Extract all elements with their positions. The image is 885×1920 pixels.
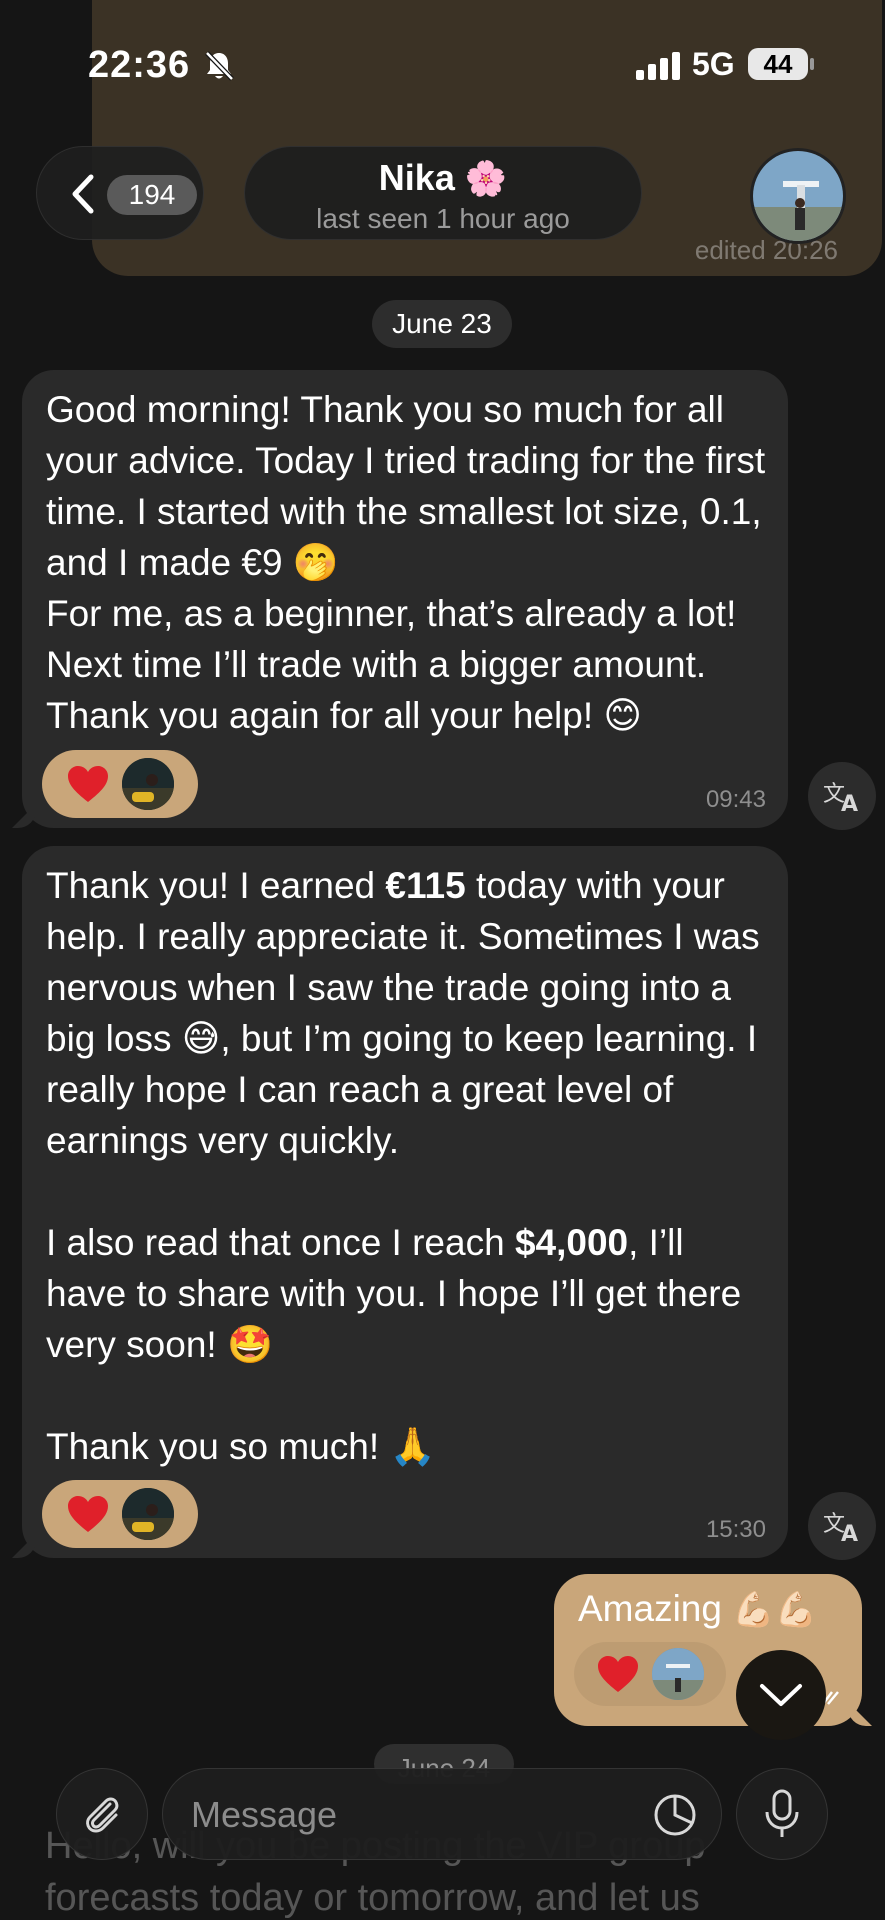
incoming-message[interactable]: Thank you! I earned €115 today with your… (22, 846, 788, 1558)
translate-icon: 文 A (823, 1512, 858, 1543)
contact-name: Nika (378, 157, 455, 198)
reaction-chip[interactable] (574, 1642, 726, 1706)
reactor-avatar (122, 758, 174, 810)
chevron-down-icon (760, 1684, 802, 1706)
incoming-message[interactable]: Good morning! Thank you so much for all … (22, 370, 788, 828)
paperclip-icon (86, 1797, 119, 1833)
microphone-icon (765, 1789, 799, 1837)
emoji: 💪🏻💪🏻 (732, 1591, 817, 1629)
sticker-icon[interactable] (651, 1791, 699, 1839)
scroll-to-bottom-button[interactable] (736, 1650, 826, 1740)
emoji: 🙏 (389, 1426, 436, 1467)
chat-screen: edited 20:26 22:36 5G 44 194 Nika 🌸 last… (0, 0, 885, 1920)
emoji: 😅 (181, 1018, 221, 1059)
contact-name-row: Nika 🌸 (245, 157, 641, 199)
emoji: 😊 (603, 695, 642, 736)
message-time: 09:43 (705, 786, 766, 813)
chevron-left-icon (72, 174, 94, 214)
heart-icon (68, 766, 108, 802)
heart-icon (598, 1656, 638, 1692)
translate-button[interactable]: 文 A (808, 762, 876, 830)
battery-icon: 44 (748, 48, 808, 80)
contact-name-emoji: 🌸 (464, 160, 508, 198)
message-text: Thank you! I earned €115 today with your… (46, 865, 770, 1467)
message-text: Amazing 💪🏻💪🏻 (578, 1588, 817, 1629)
voice-record-button[interactable] (736, 1768, 828, 1860)
last-seen-status: last seen 1 hour ago (316, 203, 570, 234)
reactor-avatar (122, 1488, 174, 1540)
translate-button[interactable]: 文 A (808, 1492, 876, 1560)
bell-off-icon (205, 51, 234, 81)
signal-icon (636, 52, 680, 80)
translate-icon: 文 A (823, 782, 858, 813)
svg-text:A: A (841, 792, 858, 813)
date-separator: June 23 (372, 300, 512, 348)
heart-icon (68, 1496, 108, 1532)
network-type: 5G (692, 46, 735, 82)
back-button[interactable]: 194 (36, 146, 204, 240)
emoji: 🤭 (292, 542, 339, 583)
unread-count-badge: 194 (107, 175, 197, 215)
battery-nub (810, 58, 814, 70)
chat-title[interactable]: Nika 🌸 last seen 1 hour ago (244, 146, 642, 240)
reactor-avatar (652, 1648, 704, 1700)
message-time: 15:30 (705, 1516, 766, 1543)
reaction-chip[interactable] (42, 1480, 198, 1548)
message-text: Good morning! Thank you so much for all … (46, 389, 776, 736)
svg-text:A: A (841, 1522, 858, 1543)
message-input[interactable] (191, 1789, 611, 1841)
reaction-chip[interactable] (42, 750, 198, 818)
message-input-field[interactable] (162, 1768, 722, 1860)
attach-button[interactable] (56, 1768, 148, 1860)
contact-avatar[interactable] (750, 148, 846, 244)
emoji: 🤩 (226, 1324, 274, 1365)
status-time: 22:36 (88, 44, 191, 86)
